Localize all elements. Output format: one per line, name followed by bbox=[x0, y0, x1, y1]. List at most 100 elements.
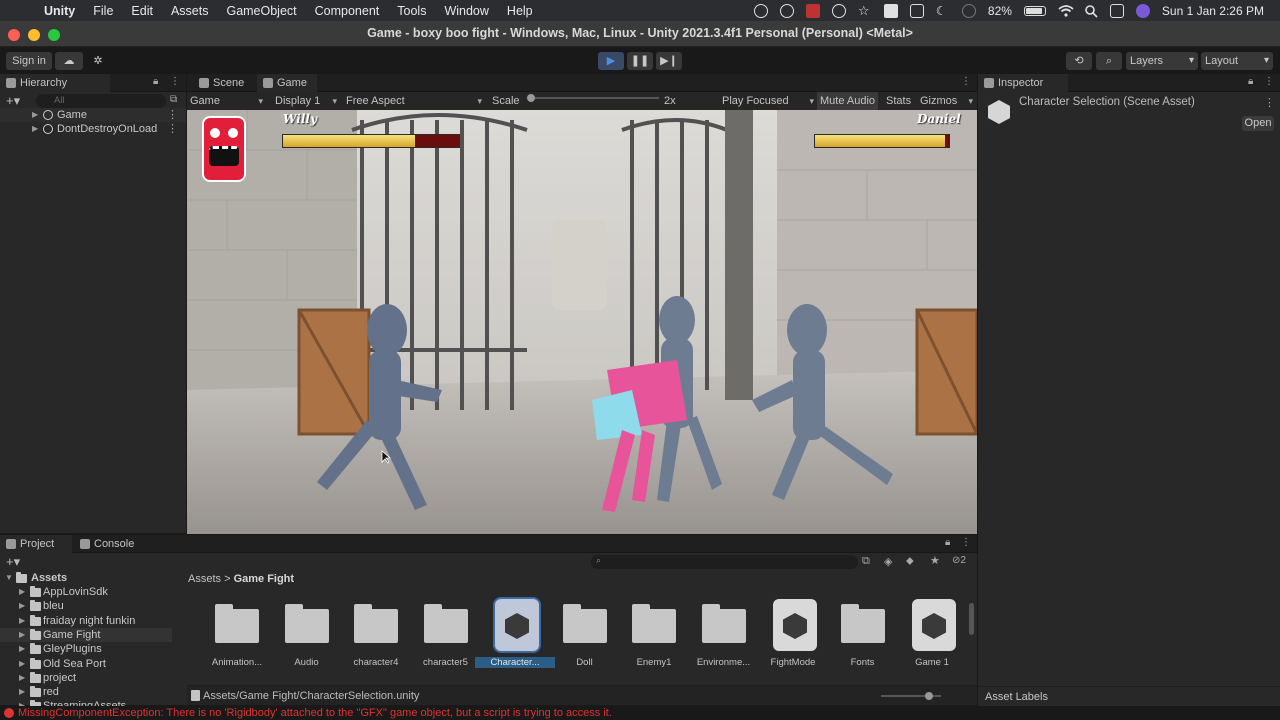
breadcrumb-assets[interactable]: Assets bbox=[188, 573, 221, 585]
menu-window[interactable]: Window bbox=[444, 4, 488, 18]
menu-component[interactable]: Component bbox=[315, 4, 380, 18]
menu-gameobject[interactable]: GameObject bbox=[226, 4, 296, 18]
menu-edit[interactable]: Edit bbox=[131, 4, 153, 18]
layers-dropdown[interactable]: Layers bbox=[1126, 52, 1198, 70]
wifi-icon[interactable] bbox=[1058, 4, 1074, 18]
text-input-icon[interactable] bbox=[909, 3, 924, 18]
star-icon[interactable]: ☆ bbox=[858, 3, 872, 18]
asset-folder-tile[interactable]: character5 bbox=[406, 599, 476, 669]
inspector-menu-icon[interactable]: ⋮ bbox=[1264, 96, 1275, 109]
tree-item-folder[interactable]: ▶ GleyPlugins bbox=[0, 642, 172, 656]
siri-icon[interactable] bbox=[1135, 3, 1150, 18]
hierarchy-row-game[interactable]: ▶ Game ⋮ bbox=[0, 108, 186, 122]
spotlight-search-icon[interactable] bbox=[1084, 4, 1098, 18]
tab-scene[interactable]: Scene bbox=[193, 74, 253, 92]
menu-app-unity[interactable]: Unity bbox=[44, 4, 75, 18]
expand-arrow-icon[interactable]: ▶ bbox=[19, 628, 25, 642]
lock-icon[interactable]: 🔒︎ bbox=[1248, 76, 1253, 87]
kebab-menu-icon[interactable]: ⋮ bbox=[961, 537, 971, 548]
menu-file[interactable]: File bbox=[93, 4, 113, 18]
expand-arrow-icon[interactable]: ▶ bbox=[19, 614, 25, 628]
tree-item-folder[interactable]: ▶ project bbox=[0, 671, 172, 685]
expand-arrow-icon[interactable]: ▶ bbox=[19, 685, 25, 699]
expand-arrow-icon[interactable]: ▶ bbox=[19, 585, 25, 599]
battery-icon[interactable] bbox=[1023, 5, 1046, 16]
tree-item-folder[interactable]: ▶ red bbox=[0, 685, 172, 699]
asset-grid-scrollbar[interactable] bbox=[967, 593, 975, 677]
icon-size-slider[interactable] bbox=[881, 692, 941, 700]
layout-dropdown[interactable]: Layout bbox=[1201, 52, 1273, 70]
lock-icon[interactable]: 🔒︎ bbox=[153, 76, 158, 87]
scale-slider[interactable] bbox=[527, 94, 659, 102]
tree-item-folder[interactable]: ▶ Old Sea Port bbox=[0, 657, 172, 671]
hidden-packages-toggle[interactable]: ⊘2 bbox=[952, 555, 966, 566]
aspect-dropdown[interactable]: Free Aspect bbox=[346, 92, 482, 110]
tab-inspector[interactable]: Inspector bbox=[978, 74, 1068, 92]
tree-item-folder[interactable]: ▶ AppLovinSdk bbox=[0, 585, 172, 599]
collab-icon[interactable]: ✲ bbox=[86, 52, 110, 70]
tree-item-folder[interactable]: ▶ Game Fight bbox=[0, 627, 172, 642]
search-icon[interactable]: ⌕ bbox=[1096, 52, 1122, 70]
icon-size-slider-handle[interactable] bbox=[925, 692, 933, 700]
search-by-type-icon[interactable]: ⧉ bbox=[862, 555, 870, 568]
add-object-button[interactable]: +▾ bbox=[6, 93, 20, 109]
tab-game[interactable]: Game bbox=[257, 74, 317, 92]
bookmark-icon[interactable] bbox=[883, 3, 898, 18]
control-center-icon[interactable] bbox=[1109, 3, 1124, 18]
create-asset-button[interactable]: +▾ bbox=[6, 554, 20, 570]
asset-folder-tile[interactable]: Doll bbox=[545, 599, 615, 669]
asset-folder-tile[interactable]: Audio bbox=[267, 599, 337, 669]
tab-hierarchy[interactable]: Hierarchy bbox=[0, 74, 110, 92]
expand-arrow-icon[interactable]: ▶ bbox=[19, 657, 25, 671]
expand-arrow-icon[interactable]: ▶ bbox=[19, 642, 25, 656]
row-menu-icon[interactable]: ⋮ bbox=[167, 108, 178, 122]
tree-item-assets[interactable]: ▼ Assets bbox=[0, 571, 172, 585]
history-icon[interactable]: ⟲ bbox=[1066, 52, 1092, 70]
console-status-bar[interactable]: MissingComponentException: There is no '… bbox=[0, 706, 1280, 720]
search-by-label-icon[interactable]: ◈ bbox=[884, 555, 892, 568]
expand-arrow-icon[interactable]: ▶ bbox=[19, 599, 25, 613]
asset-folder-tile[interactable]: Fonts bbox=[823, 599, 893, 669]
cloud-icon[interactable]: ☁ bbox=[55, 52, 83, 70]
asset-folder-tile[interactable]: character4 bbox=[336, 599, 406, 669]
sign-in-button[interactable]: Sign in bbox=[6, 52, 52, 70]
menu-assets[interactable]: Assets bbox=[171, 4, 209, 18]
tab-console[interactable]: Console bbox=[74, 535, 146, 553]
asset-scene-tile[interactable]: Character... bbox=[475, 599, 555, 669]
pause-button[interactable]: ❚❚ bbox=[627, 52, 653, 70]
game-mode-dropdown[interactable]: Game bbox=[190, 92, 263, 110]
open-button[interactable]: Open bbox=[1242, 116, 1274, 131]
play-button[interactable]: ▶ bbox=[598, 52, 624, 70]
expand-arrow-icon[interactable]: ▶ bbox=[32, 122, 38, 136]
tree-item-folder[interactable]: ▶ fraiday night funkin bbox=[0, 614, 172, 628]
error-message[interactable]: MissingComponentException: There is no '… bbox=[18, 707, 612, 719]
moon-icon[interactable]: ☾ bbox=[936, 4, 950, 18]
scale-slider-handle[interactable] bbox=[527, 94, 535, 102]
kebab-menu-icon[interactable]: ⋮ bbox=[961, 76, 971, 87]
kebab-menu-icon[interactable]: ⋮ bbox=[170, 76, 180, 87]
kebab-menu-icon[interactable]: ⋮ bbox=[1264, 76, 1274, 87]
menu-help[interactable]: Help bbox=[507, 4, 533, 18]
menubar-clock[interactable]: Sun 1 Jan 2:26 PM bbox=[1162, 4, 1264, 18]
asset-scene-tile[interactable]: FightMode bbox=[753, 599, 823, 669]
tab-project[interactable]: Project bbox=[0, 535, 72, 553]
expand-arrow-icon[interactable]: ▼ bbox=[5, 571, 13, 585]
tag-icon[interactable]: ⬥ bbox=[906, 555, 914, 568]
hierarchy-row-dontdestroyonload[interactable]: ▶ DontDestroyOnLoad ⋮ bbox=[0, 122, 186, 136]
vpn-icon[interactable] bbox=[779, 3, 794, 18]
scene-visibility-icon[interactable]: ⧉ bbox=[170, 94, 177, 105]
asset-folder-tile[interactable]: Environme... bbox=[684, 599, 754, 669]
lock-icon[interactable]: 🔒︎ bbox=[945, 537, 950, 548]
row-menu-icon[interactable]: ⋮ bbox=[167, 122, 178, 136]
unity-status-icon[interactable] bbox=[753, 3, 768, 18]
scrollbar-thumb[interactable] bbox=[969, 603, 974, 635]
expand-arrow-icon[interactable]: ▶ bbox=[32, 108, 38, 122]
expand-arrow-icon[interactable]: ▶ bbox=[19, 671, 25, 685]
stats-toggle[interactable]: Stats bbox=[886, 92, 911, 110]
screen-mirror-icon[interactable] bbox=[831, 3, 846, 18]
project-search-input[interactable]: ⌕ bbox=[591, 555, 858, 569]
recorder-icon[interactable] bbox=[805, 3, 820, 18]
favorite-star-icon[interactable]: ★ bbox=[930, 554, 940, 567]
tree-item-folder[interactable]: ▶ bleu bbox=[0, 599, 172, 613]
display-dropdown[interactable]: Display 1 bbox=[275, 92, 337, 110]
